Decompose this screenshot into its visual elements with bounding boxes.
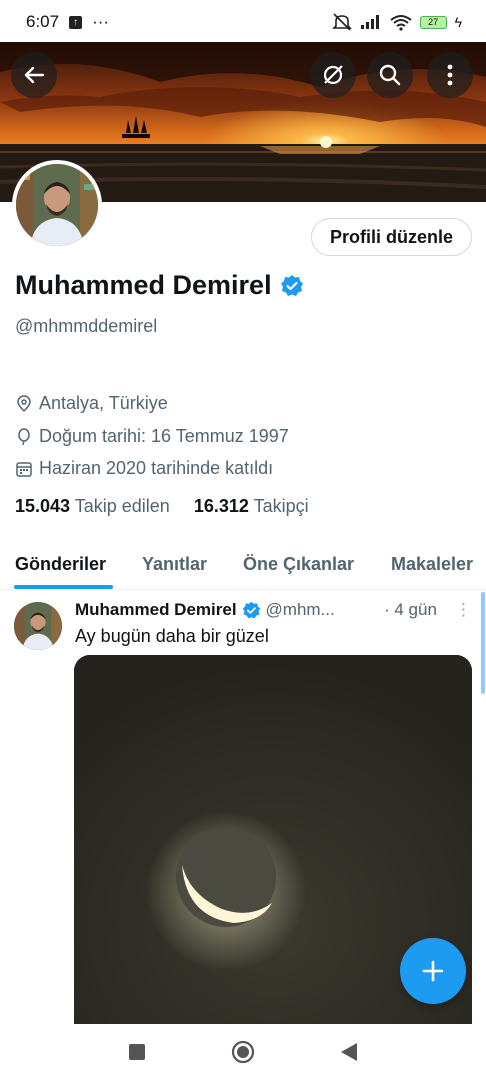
mute-icon <box>331 13 352 31</box>
post-handle[interactable]: @mhm... <box>266 600 335 620</box>
profile-avatar[interactable] <box>12 160 102 250</box>
followers-link[interactable]: 16.312 Takipçi <box>194 496 309 517</box>
post-time[interactable]: · 4 gün <box>384 600 437 620</box>
location-text: Antalya, Türkiye <box>39 393 168 413</box>
back-button[interactable] <box>11 52 57 98</box>
active-tab-indicator <box>14 585 113 589</box>
more-button[interactable] <box>427 52 473 98</box>
post-text: Ay bugün daha bir güzel <box>75 626 269 646</box>
charging-icon: ϟ <box>454 14 462 30</box>
balloon-icon <box>18 427 30 445</box>
post-avatar-photo <box>14 602 62 650</box>
notification-icon: ↑ <box>69 15 83 29</box>
location-pin-icon <box>17 394 31 412</box>
avatar-photo <box>16 164 98 246</box>
more-notifications-icon: ··· <box>92 12 110 31</box>
post-author[interactable]: Muhammed Demirel <box>75 600 237 620</box>
birthday-row: Doğum tarihi: 16 Temmuz 1997 <box>15 426 289 447</box>
birthday-text: Doğum tarihi: 16 Temmuz 1997 <box>39 426 289 446</box>
joined-row: Haziran 2020 tarihinde katıldı <box>15 458 273 479</box>
recent-apps-button[interactable] <box>128 1043 146 1061</box>
joined-text: Haziran 2020 tarihinde katıldı <box>39 458 274 478</box>
back-nav-button[interactable] <box>340 1042 358 1062</box>
signal-icon <box>360 15 379 29</box>
battery-level: 27 <box>428 17 439 27</box>
more-vertical-icon <box>447 64 453 86</box>
grok-icon <box>323 65 343 85</box>
tab-posts[interactable]: Gönderiler <box>15 554 106 575</box>
followers-count: 16.312 <box>193 496 249 516</box>
home-button[interactable] <box>231 1040 255 1064</box>
verified-badge-icon[interactable] <box>280 274 304 298</box>
compose-post-button[interactable] <box>400 938 466 1004</box>
following-label: Takip edilen <box>74 496 170 516</box>
profile-handle: @mhmmddemirel <box>15 316 158 336</box>
post-avatar[interactable] <box>14 602 62 650</box>
grok-button[interactable] <box>310 52 356 98</box>
profile-name-row: Muhammed Demirel <box>15 270 304 301</box>
scroll-indicator[interactable] <box>481 592 485 694</box>
following-count: 15.043 <box>15 496 71 516</box>
verified-badge-icon <box>242 601 260 618</box>
plus-icon <box>422 960 444 982</box>
status-bar: 6:07 ↑ ··· 27 ϟ <box>0 0 486 44</box>
arrow-left-icon <box>24 66 45 84</box>
followers-label: Takipçi <box>253 496 309 516</box>
wifi-icon <box>389 14 412 31</box>
search-button[interactable] <box>367 52 413 98</box>
following-link[interactable]: 15.043 Takip edilen <box>15 496 170 517</box>
profile-tabs: Gönderiler Yanıtlar Öne Çıkanlar Makalel… <box>0 540 486 590</box>
post-more-button[interactable]: ⋮ <box>455 600 472 620</box>
battery-icon: 27 <box>419 15 447 29</box>
tab-highlights[interactable]: Öne Çıkanlar <box>243 554 354 575</box>
search-icon <box>379 64 401 86</box>
post-header: Muhammed Demirel @mhm... <box>75 600 335 620</box>
profile-name: Muhammed Demirel <box>15 270 272 300</box>
follow-stats: 15.043 Takip edilen 16.312 Takipçi <box>15 496 309 517</box>
system-navigation-bar <box>0 1024 486 1080</box>
calendar-icon <box>16 461 32 477</box>
tab-replies[interactable]: Yanıtlar <box>142 554 207 575</box>
edit-profile-button[interactable]: Profili düzenle <box>310 218 472 256</box>
location-row: Antalya, Türkiye <box>15 393 168 414</box>
status-time: 6:07 <box>26 12 60 31</box>
tab-articles[interactable]: Makaleler <box>391 554 473 575</box>
